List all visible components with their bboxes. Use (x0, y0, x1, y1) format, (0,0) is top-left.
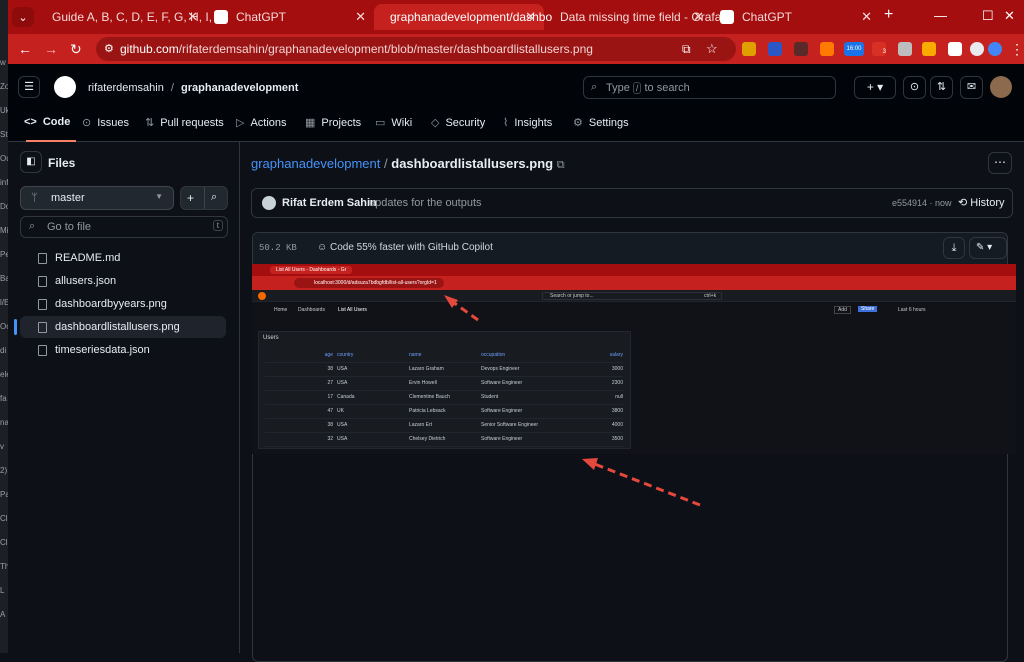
arrow-to-table (591, 461, 701, 507)
annotation-arrows (444, 295, 701, 507)
arrowhead-icon (582, 458, 598, 470)
